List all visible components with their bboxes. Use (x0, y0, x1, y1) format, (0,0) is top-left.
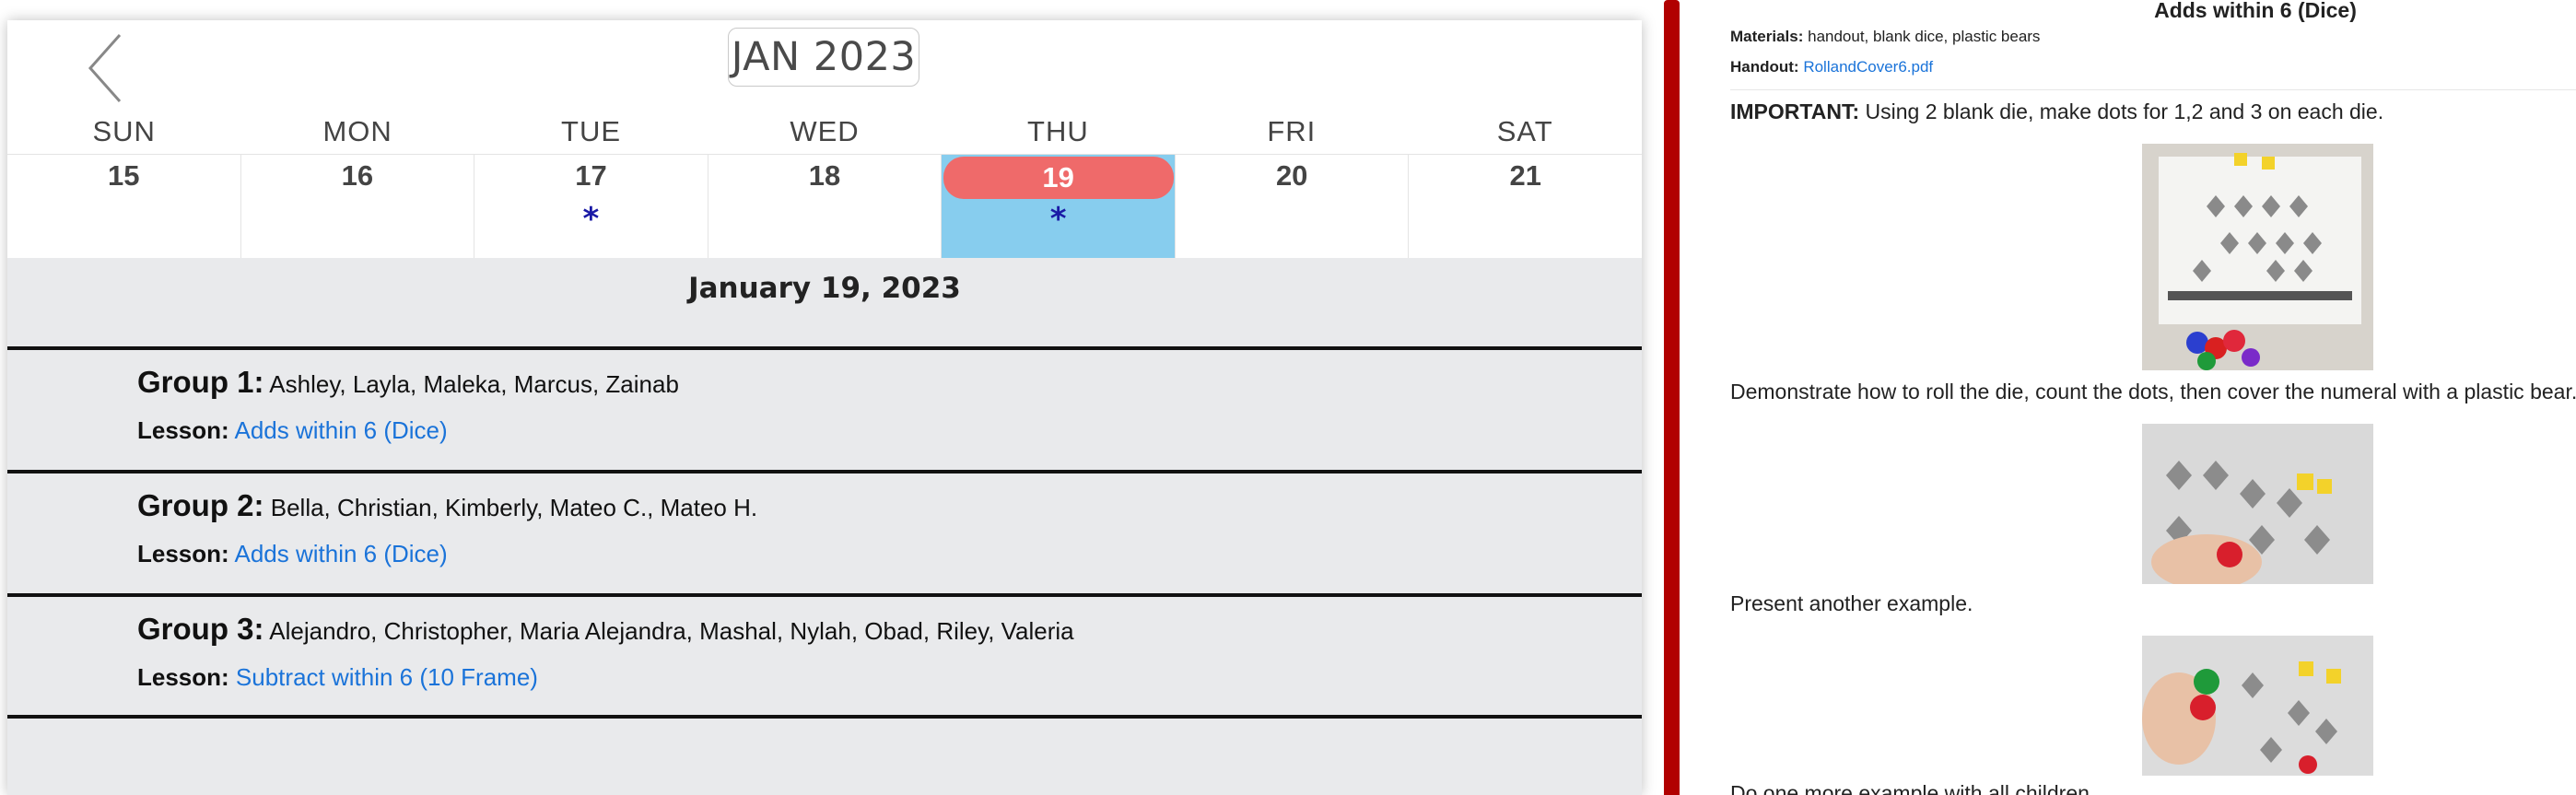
lesson-link[interactable]: Adds within 6 (Dice) (234, 416, 447, 444)
important-label: IMPORTANT: (1730, 99, 1860, 123)
handout-link[interactable]: RollandCover6.pdf (1803, 58, 1933, 76)
day-number: 20 (1275, 159, 1308, 192)
handout-photo (2142, 144, 2373, 370)
day-cell-20[interactable]: 20 (1176, 155, 1410, 259)
separator (1730, 89, 2576, 90)
day-schedule: January 19, 2023 Group 1: Ashley, Layla,… (7, 258, 1642, 795)
materials-label: Materials: (1730, 28, 1804, 45)
weekday-mon: MON (322, 115, 392, 147)
group-title-line: Group 1: Ashley, Layla, Maleka, Marcus, … (137, 365, 679, 400)
chevron-left-icon[interactable] (85, 29, 131, 109)
group-row: Group 3: Alejandro, Christopher, Maria A… (7, 593, 1642, 720)
group-name: Group 3: (137, 612, 264, 646)
group-name: Group 2: (137, 488, 264, 522)
weekday-tue: TUE (561, 115, 622, 147)
weekday-thu: THU (1027, 115, 1089, 147)
lesson-line: Lesson: Adds within 6 (Dice) (137, 540, 448, 568)
lesson-line: Lesson: Subtract within 6 (10 Frame) (137, 663, 538, 692)
group-students: Ashley, Layla, Maleka, Marcus, Zainab (269, 370, 679, 398)
day-number: 17 (575, 159, 607, 192)
lesson-label: Lesson: (137, 416, 229, 444)
important-note: IMPORTANT: Using 2 blank die, make dots … (1730, 99, 2383, 124)
today-day-number: 19 (943, 157, 1174, 199)
event-marker: * (582, 201, 600, 238)
materials-line: Materials: handout, blank dice, plastic … (1730, 28, 2040, 46)
week-date-row: 15 16 17 * 18 19 * 20 21 (7, 154, 1642, 259)
calendar-panel: JAN 2023 SUN MON TUE WED THU FRI SAT 15 … (7, 20, 1642, 795)
day-cell-18[interactable]: 18 (708, 155, 943, 259)
weekday-fri: FRI (1267, 115, 1317, 147)
lesson-line: Lesson: Adds within 6 (Dice) (137, 416, 448, 445)
important-text: Using 2 blank die, make dots for 1,2 and… (1865, 99, 2384, 123)
weekday-header-row: SUN MON TUE WED THU FRI SAT (7, 110, 1642, 154)
group-title-line: Group 2: Bella, Christian, Kimberly, Mat… (137, 488, 757, 523)
group-students: Alejandro, Christopher, Maria Alejandra,… (269, 617, 1074, 645)
day-cell-16[interactable]: 16 (241, 155, 475, 259)
groups-bottom-rule (7, 715, 1642, 719)
lesson-label: Lesson: (137, 540, 229, 567)
day-number: 15 (108, 159, 140, 192)
example-photo (2142, 636, 2373, 776)
event-marker: * (1049, 201, 1067, 238)
day-cell-15[interactable]: 15 (7, 155, 241, 259)
weekday-wed: WED (790, 115, 860, 147)
group-students: Bella, Christian, Kimberly, Mateo C., Ma… (270, 494, 758, 521)
month-title[interactable]: JAN 2023 (728, 28, 919, 87)
panel-divider[interactable] (1664, 0, 1680, 795)
day-number: 18 (808, 159, 841, 192)
lesson-label: Lesson: (137, 663, 229, 691)
step-3-text: Do one more example with all children. (1730, 781, 2096, 795)
lesson-link[interactable]: Subtract within 6 (10 Frame) (236, 663, 538, 691)
lesson-link[interactable]: Adds within 6 (Dice) (234, 540, 447, 567)
selected-date-heading: January 19, 2023 (688, 272, 961, 305)
lesson-title: Adds within 6 (Dice) (2154, 0, 2357, 22)
day-cell-19-selected[interactable]: 19 * (942, 155, 1176, 259)
lesson-detail-panel: Adds within 6 (Dice) Materials: handout,… (1680, 0, 2576, 795)
day-cell-17[interactable]: 17 * (474, 155, 708, 259)
weekday-sun: SUN (92, 115, 156, 147)
step-2-text: Present another example. (1730, 591, 1973, 615)
day-number: 21 (1509, 159, 1541, 192)
day-number: 16 (341, 159, 374, 192)
handout-label: Handout: (1730, 58, 1799, 76)
group-row: Group 2: Bella, Christian, Kimberly, Mat… (7, 470, 1642, 597)
group-row: Group 1: Ashley, Layla, Maleka, Marcus, … (7, 346, 1642, 473)
group-name: Group 1: (137, 365, 264, 399)
step-1-text: Demonstrate how to roll the die, count t… (1730, 380, 2576, 403)
handout-line: Handout: RollandCover6.pdf (1730, 58, 1933, 76)
materials-text: handout, blank dice, plastic bears (1808, 28, 2041, 45)
weekday-sat: SAT (1496, 115, 1553, 147)
day-cell-21[interactable]: 21 (1409, 155, 1642, 259)
example-photo (2142, 424, 2373, 584)
group-title-line: Group 3: Alejandro, Christopher, Maria A… (137, 612, 1074, 647)
